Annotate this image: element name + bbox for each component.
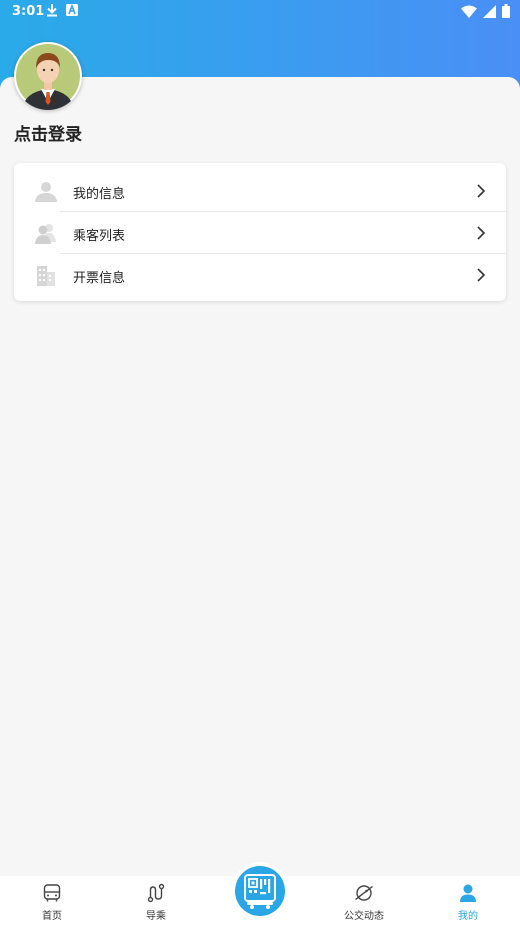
wifi-icon — [461, 5, 477, 18]
menu-item-label: 我的信息 — [73, 187, 126, 202]
menu-card: 我的信息 乘客列表 开票信息 — [14, 163, 506, 301]
download-icon — [47, 4, 57, 17]
tab-mine[interactable]: 我的 — [433, 876, 503, 926]
user-avatar-icon[interactable] — [14, 42, 82, 110]
tab-guide[interactable]: 导乘 — [121, 876, 191, 926]
qr-scan-button[interactable] — [235, 866, 285, 916]
menu-item-invoice-info[interactable]: 开票信息 — [14, 254, 506, 296]
person-icon — [35, 182, 57, 202]
menu-item-my-info[interactable]: 我的信息 — [14, 170, 506, 212]
person-icon — [460, 884, 476, 902]
tab-home[interactable]: 首页 — [17, 876, 87, 926]
building-icon — [37, 266, 55, 286]
status-bar: 3:01 — [0, 0, 520, 24]
cell-signal-icon — [483, 4, 496, 18]
tab-bus-status[interactable]: 公交动态 — [329, 876, 399, 926]
battery-icon — [502, 4, 510, 18]
tab-label: 导乘 — [146, 911, 166, 922]
chevron-right-icon — [477, 268, 486, 282]
bus-icon — [43, 884, 61, 902]
login-prompt[interactable]: 点击登录 — [14, 120, 82, 145]
tab-label: 首页 — [42, 911, 62, 922]
planet-icon — [355, 885, 373, 901]
route-icon — [147, 883, 165, 903]
chevron-right-icon — [477, 226, 486, 240]
tab-label: 公交动态 — [344, 911, 384, 922]
tab-label: 我的 — [458, 911, 478, 922]
menu-item-label: 乘客列表 — [73, 229, 126, 244]
menu-item-passenger-list[interactable]: 乘客列表 — [14, 212, 506, 254]
a-badge-icon — [66, 4, 78, 16]
menu-item-label: 开票信息 — [73, 271, 126, 286]
passengers-icon — [35, 224, 56, 244]
qr-bus-icon — [244, 874, 276, 909]
status-time: 3:01 — [12, 4, 45, 19]
chevron-right-icon — [477, 184, 486, 198]
